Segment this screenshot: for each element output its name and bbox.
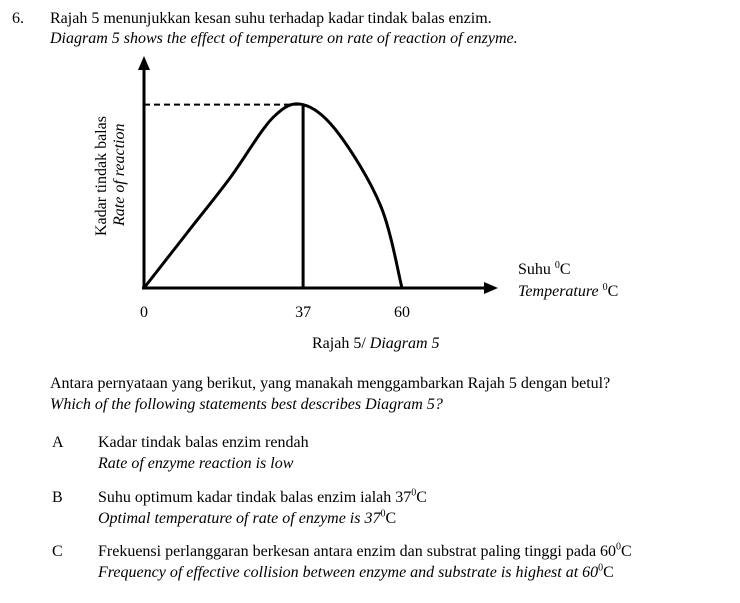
option-text-english: Frequency of effective collision between… bbox=[98, 562, 614, 581]
reaction-rate-curve bbox=[142, 102, 404, 289]
x-axis-arrowhead bbox=[484, 282, 498, 294]
x-tick-label: 0 bbox=[140, 304, 148, 321]
y-axis-arrowhead bbox=[138, 56, 150, 70]
option-letter: C bbox=[52, 543, 63, 560]
option-text-english: Rate of enzyme reaction is low bbox=[98, 455, 294, 472]
option-text-malay: Frekuensi perlanggaran berkesan antara e… bbox=[98, 541, 632, 560]
option-letter: A bbox=[52, 434, 64, 451]
x-axis-label-malay: Suhu 0C bbox=[518, 260, 571, 278]
y-axis-label-english: Rate of reaction bbox=[111, 124, 128, 228]
y-axis-label-malay: Kadar tindak balas bbox=[93, 116, 110, 236]
x-tick-label: 37 bbox=[295, 304, 311, 321]
prompt-english: Which of the following statements best d… bbox=[50, 396, 443, 413]
option-letter: B bbox=[52, 489, 63, 506]
temperature-enzyme-chart: 0 37 60 Kadar tindak balas Rate of reactio… bbox=[93, 56, 618, 321]
x-tick-label: 60 bbox=[394, 304, 410, 321]
prompt-malay: Antara pernyataan yang berikut, yang man… bbox=[50, 375, 611, 392]
diagram-caption: Rajah 5/ Diagram 5 bbox=[312, 335, 440, 352]
option-text-english: Optimal temperature of rate of enzyme is… bbox=[98, 508, 397, 527]
option-text-malay: Kadar tindak balas enzim rendah bbox=[98, 434, 309, 451]
x-axis-label-english: Temperature 0C bbox=[518, 282, 618, 300]
option-text-malay: Suhu optimum kadar tindak balas enzim ia… bbox=[98, 487, 427, 506]
